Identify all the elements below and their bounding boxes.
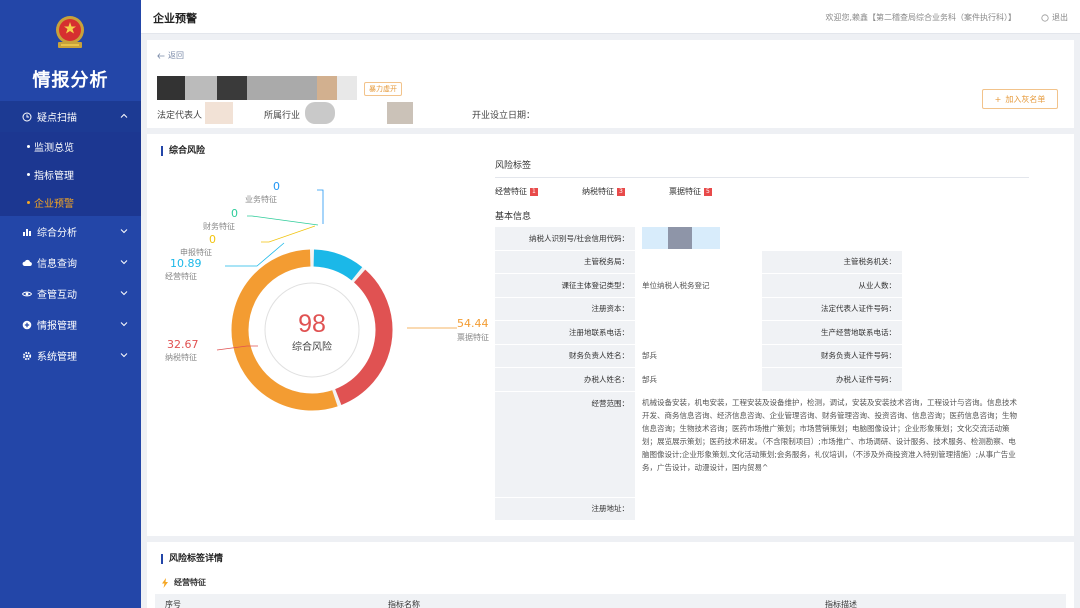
- leader-line: [261, 225, 316, 243]
- label-value: 54.44: [457, 317, 489, 330]
- logout-button[interactable]: 退出: [1041, 12, 1068, 23]
- sidebar-item-analysis[interactable]: 综合分析: [0, 216, 141, 247]
- table-row: 注册地联系电话： 生产经营地联系电话：: [494, 320, 1029, 345]
- leader-line: [317, 189, 324, 224]
- chevron-up-icon: [120, 113, 128, 118]
- sidebar-subitem-warning[interactable]: 企业预警: [0, 188, 141, 216]
- donut-segment-经营特征[interactable]: [313, 249, 363, 281]
- overall-risk-title: 综合风险: [161, 146, 205, 156]
- taxpayer-id-redacted: [642, 227, 720, 250]
- sidebar-item-label: 信息查询: [37, 259, 77, 270]
- table-row: 财务负责人姓名： 郜兵 财务负责人证件号码：: [494, 343, 1029, 368]
- label-name: 票据特征: [457, 332, 489, 342]
- lightning-icon: [162, 577, 168, 588]
- sidebar-nav: 疑点扫描 监测总览 指标管理 企业预警 综合分析 信息查询 查管互动 情报管理 …: [0, 101, 141, 371]
- company-name-redacted: [157, 76, 357, 100]
- topbar: 企业预警 欢迎您,赖鑫【第二稽查局综合业务科（案件执行科）】 退出: [141, 0, 1080, 34]
- sidebar-submenu: 监测总览 指标管理 企业预警: [0, 132, 141, 216]
- label-value: 0: [273, 180, 280, 193]
- sidebar-item-label: 情报管理: [37, 321, 77, 332]
- company-card: 返回 暴力虚开 法定代表人 所属行业 开业设立日期： + 加入灰名单: [147, 40, 1074, 128]
- industry-value-redacted: [387, 102, 413, 124]
- table-row: 纳税人识别号/社会信用代码：: [494, 226, 1029, 251]
- sidebar-item-interaction[interactable]: 查管互动: [0, 278, 141, 309]
- arrow-left-icon: [157, 52, 165, 59]
- main-content: 返回 暴力虚开 法定代表人 所属行业 开业设立日期： + 加入灰名单 综合风险 …: [147, 40, 1074, 608]
- sidebar-item-suspect-scan[interactable]: 疑点扫描: [0, 101, 141, 132]
- back-link[interactable]: 返回: [157, 50, 184, 61]
- overall-risk-card: 综合风险 98 综合风险 0 业务特征 0 财务特征 0 申报特征 10.89 …: [147, 134, 1074, 536]
- table-row: 注册资本： 法定代表人证件号码：: [494, 296, 1029, 321]
- company-risk-badge: 暴力虚开: [364, 82, 402, 96]
- table-row: 主管税务局： 主管税务机关：: [494, 249, 1029, 274]
- brand-title: 情报分析: [32, 70, 109, 91]
- basic-info-table: 纳税人识别号/社会信用代码： 主管税务局： 主管税务机关： 课征主体登记类型： …: [494, 226, 1029, 521]
- table-row: 课征主体登记类型： 单位纳税人税务登记 从业人数：: [494, 273, 1029, 298]
- plus-circle-icon: [22, 320, 32, 330]
- sidebar-item-label: 疑点扫描: [37, 113, 77, 124]
- setup-date-label: 开业设立日期：: [472, 111, 536, 121]
- detail-subtitle: 经营特征: [161, 577, 206, 588]
- sidebar-item-intel[interactable]: 情报管理: [0, 309, 141, 340]
- label-value: 0: [209, 233, 216, 246]
- detail-table-header: 序号 指标名称 指标描述: [155, 594, 1066, 608]
- risk-score: 98: [298, 310, 326, 338]
- welcome-text: 欢迎您,赖鑫【第二稽查局综合业务科（案件执行科）】: [825, 13, 1016, 22]
- label-value: 10.89: [170, 257, 202, 270]
- legal-rep-label: 法定代表人: [157, 111, 203, 121]
- table-row: 经营范围： 机械设备安装，机电安装，工程安装及设备维护，检测，调试，安装及安装技…: [494, 390, 1029, 498]
- chevron-down-icon: [120, 291, 128, 296]
- sidebar-item-label: 系统管理: [37, 352, 77, 363]
- sidebar-subitem-indicator[interactable]: 指标管理: [0, 160, 141, 188]
- leader-line: [247, 215, 319, 226]
- risk-tag-operation[interactable]: 经营特征 1: [495, 186, 538, 197]
- industry-redacted: [305, 102, 335, 124]
- sidebar: 情报分析 疑点扫描 监测总览 指标管理 企业预警 综合分析 信息查询 查管互动 …: [0, 0, 141, 608]
- risk-detail-title: 风险标签详情: [161, 554, 223, 564]
- bar-chart-icon: [22, 227, 32, 237]
- risk-tag-tax[interactable]: 纳税特征 3: [582, 186, 625, 197]
- power-icon: [1041, 13, 1049, 22]
- page-title: 企业预警: [153, 12, 197, 25]
- sidebar-item-label: 综合分析: [37, 228, 77, 239]
- label-name: 经营特征: [165, 271, 197, 281]
- risk-tags-title: 风险标签: [495, 161, 532, 171]
- label-name: 纳税特征: [165, 352, 197, 362]
- basic-info-title: 基本信息: [495, 212, 532, 222]
- label-name: 申报特征: [180, 247, 212, 257]
- label-value: 0: [231, 207, 238, 220]
- plus-icon: +: [994, 94, 1002, 104]
- sidebar-item-query[interactable]: 信息查询: [0, 247, 141, 278]
- sidebar-item-system[interactable]: 系统管理: [0, 340, 141, 371]
- chevron-down-icon: [120, 229, 128, 234]
- emblem-logo-icon: [56, 16, 84, 48]
- cloud-icon: [22, 258, 32, 268]
- table-row: 办税人姓名： 郜兵 办税人证件号码：: [494, 367, 1029, 392]
- gear-icon: [22, 351, 32, 361]
- label-name: 财务特征: [203, 221, 235, 231]
- risk-tag-invoice[interactable]: 票据特征 5: [669, 186, 712, 197]
- risk-score-label: 综合风险: [292, 340, 332, 353]
- risk-detail-card: 风险标签详情 经营特征 序号 指标名称 指标描述: [147, 542, 1074, 608]
- table-row: 注册地址：: [494, 496, 1029, 521]
- clock-icon: [22, 112, 32, 122]
- risk-donut-chart: 98 综合风险 0 业务特征 0 财务特征 0 申报特征 10.89 经营特征 …: [165, 180, 489, 411]
- sidebar-item-label: 查管互动: [37, 290, 77, 301]
- chevron-down-icon: [120, 353, 128, 358]
- legal-rep-redacted: [205, 102, 233, 124]
- chevron-down-icon: [120, 260, 128, 265]
- eye-icon: [22, 289, 32, 299]
- add-greylist-button[interactable]: + 加入灰名单: [982, 89, 1058, 109]
- label-name: 业务特征: [245, 194, 277, 204]
- chevron-down-icon: [120, 322, 128, 327]
- label-value: 32.67: [167, 338, 199, 351]
- industry-label: 所属行业: [264, 111, 301, 121]
- sidebar-subitem-overview[interactable]: 监测总览: [0, 132, 141, 160]
